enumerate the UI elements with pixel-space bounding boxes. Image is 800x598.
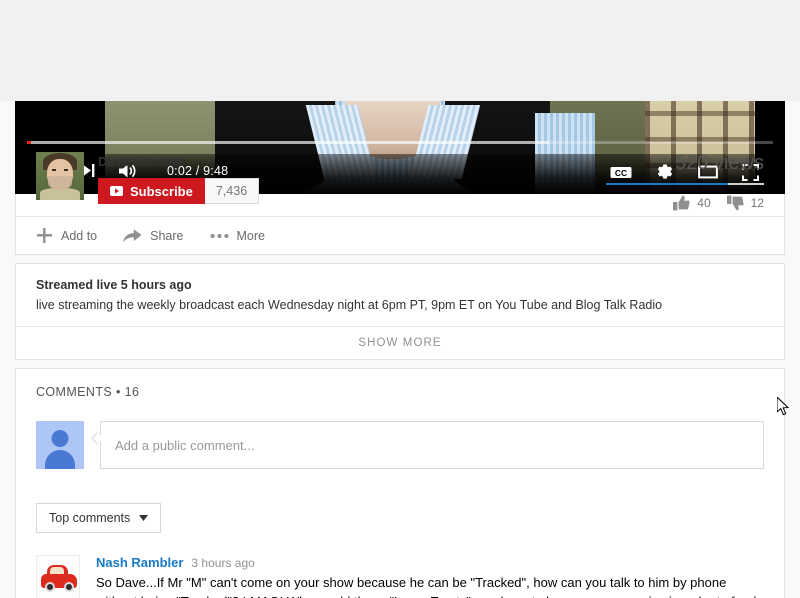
share-label: Share bbox=[150, 228, 184, 243]
comments-sort-row: Top comments bbox=[36, 503, 764, 534]
channel-avatar[interactable] bbox=[36, 152, 84, 200]
share-button[interactable]: Share bbox=[123, 228, 184, 243]
comment-input[interactable]: Add a public comment... bbox=[91, 421, 764, 470]
comment-input-tail bbox=[91, 432, 104, 445]
like-button[interactable]: 40 bbox=[673, 195, 711, 211]
comment-meta: Nash Rambler 3 hours ago bbox=[96, 555, 764, 570]
commenter-avatar-wheel-right bbox=[64, 582, 74, 593]
add-to-label: Add to bbox=[61, 228, 98, 243]
comment-timestamp: 3 hours ago bbox=[191, 556, 255, 571]
channel-avatar-eye-left bbox=[52, 169, 56, 171]
user-avatar-body bbox=[45, 450, 75, 470]
owner-info: Dave Schmidt Subscribe 7,436 bbox=[98, 152, 260, 204]
description-card: Streamed live 5 hours ago live streaming… bbox=[15, 263, 785, 361]
dislike-count: 12 bbox=[750, 196, 764, 210]
channel-avatar-beard bbox=[48, 176, 72, 190]
plus-icon bbox=[37, 228, 52, 243]
sort-comments-label: Top comments bbox=[49, 511, 131, 526]
more-dots-icon bbox=[210, 233, 228, 238]
description-text: live streaming the weekly broadcast each… bbox=[36, 298, 663, 312]
dislike-button[interactable]: 12 bbox=[726, 195, 764, 211]
sort-comments-dropdown[interactable]: Top comments bbox=[36, 503, 162, 534]
like-count: 40 bbox=[697, 196, 711, 210]
user-avatar[interactable] bbox=[36, 421, 84, 470]
view-count: 520 views bbox=[675, 152, 764, 174]
subscribe-label: Subscribe bbox=[130, 183, 193, 199]
thumbs-up-icon bbox=[673, 195, 690, 211]
comment-placeholder: Add a public comment... bbox=[115, 437, 255, 453]
share-arrow-icon bbox=[123, 229, 142, 243]
add-comment-row: Add a public comment... bbox=[36, 421, 764, 470]
like-ratio-bar bbox=[606, 183, 764, 185]
youtube-watch-page: 0:02 / 9:48 CC Dave Schmidt Subscribe 7,… bbox=[0, 101, 800, 598]
subscribe-button[interactable]: Subscribe bbox=[98, 178, 205, 204]
owner-row: Dave Schmidt Subscribe 7,436 520 views 4… bbox=[16, 144, 784, 216]
channel-avatar-eye-right bbox=[64, 169, 68, 171]
comments-card: COMMENTS • 16 Add a public comment... To… bbox=[15, 368, 785, 598]
description-inner: Streamed live 5 hours ago live streaming… bbox=[16, 264, 784, 326]
add-to-button[interactable]: Add to bbox=[36, 227, 97, 244]
youtube-play-icon bbox=[110, 186, 123, 196]
chevron-down-icon bbox=[139, 515, 149, 522]
channel-name[interactable]: Dave Schmidt bbox=[98, 154, 259, 169]
user-avatar-head bbox=[51, 430, 69, 448]
commenter-avatar-car-window bbox=[50, 567, 64, 575]
video-actions-row: Add to Share More bbox=[16, 216, 784, 254]
like-ratio-fill bbox=[606, 183, 728, 185]
like-dislike-row: 40 12 bbox=[606, 195, 764, 211]
publish-date: Streamed live 5 hours ago bbox=[36, 278, 192, 292]
comment-author[interactable]: Nash Rambler bbox=[96, 555, 183, 570]
subscribe-row: Subscribe 7,436 bbox=[98, 178, 260, 204]
comments-header: COMMENTS • 16 bbox=[36, 385, 140, 400]
show-more-button[interactable]: SHOW MORE bbox=[16, 326, 784, 359]
more-button[interactable]: More bbox=[210, 229, 265, 243]
thumbs-down-icon bbox=[726, 195, 744, 211]
more-label: More bbox=[236, 228, 265, 243]
comment-text: So Dave...If Mr "M" can't come on your s… bbox=[96, 575, 756, 598]
comment-item: Nash Rambler 3 hours ago So Dave...If Mr… bbox=[36, 555, 764, 598]
commenter-avatar-wheel-left bbox=[45, 582, 55, 593]
comment-body: Nash Rambler 3 hours ago So Dave...If Mr… bbox=[96, 555, 764, 598]
subscriber-count: 7,436 bbox=[204, 178, 260, 204]
commenter-avatar[interactable] bbox=[36, 555, 80, 598]
view-stats: 520 views 40 12 bbox=[606, 152, 764, 211]
